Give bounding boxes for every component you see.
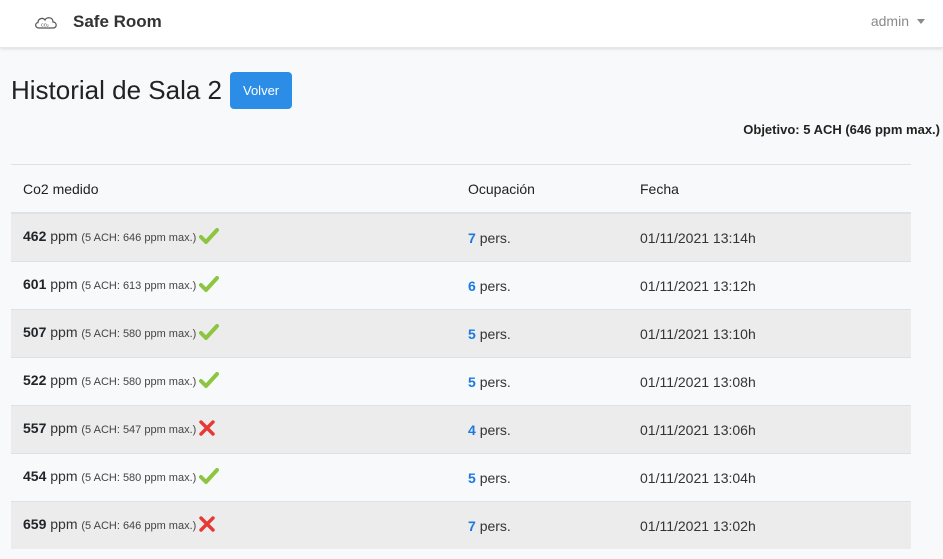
cell-occupancy: 4 pers. — [456, 405, 628, 454]
cell-co2: 557 ppm (5 ACH: 547 ppm max.) — [11, 405, 456, 454]
cell-date: 01/11/2021 13:10h — [628, 309, 911, 358]
cell-occupancy: 5 pers. — [456, 453, 628, 502]
chevron-down-icon — [917, 18, 925, 24]
co2-unit: ppm — [50, 420, 78, 437]
title-row: Historial de Sala 2 Volver — [11, 72, 293, 109]
back-button[interactable]: Volver — [230, 72, 293, 109]
co2-unit: ppm — [50, 324, 78, 341]
cell-occupancy: 7 pers. — [456, 212, 628, 262]
cell-date: 01/11/2021 13:04h — [628, 453, 911, 502]
co2-value: 454 — [23, 468, 47, 485]
occupancy-value[interactable]: 4 — [468, 422, 476, 438]
co2-value: 601 — [23, 276, 47, 293]
cell-date: 01/11/2021 13:12h — [628, 261, 911, 310]
cell-occupancy: 6 pers. — [456, 261, 628, 310]
table-header-row: Co2 medido Ocupación Fecha — [11, 164, 911, 214]
table-row: 462 ppm (5 ACH: 646 ppm max.) 7 pers. 01/1… — [11, 212, 911, 262]
brand-name: Safe Room — [73, 12, 162, 31]
co2-value: 462 — [23, 228, 47, 245]
occupancy-unit: pers. — [479, 325, 511, 342]
co2-limit: (5 ACH: 613 ppm max.) — [81, 280, 197, 293]
occupancy-value[interactable]: 5 — [468, 470, 476, 486]
navbar: co₂ Safe Room admin — [0, 0, 943, 48]
occupancy-unit: pers. — [479, 421, 511, 438]
cell-date: 01/11/2021 13:06h — [628, 405, 911, 454]
co2-limit: (5 ACH: 580 ppm max.) — [81, 328, 197, 341]
occupancy-unit: pers. — [479, 517, 511, 534]
co2-limit: (5 ACH: 547 ppm max.) — [81, 424, 197, 437]
co2-limit: (5 ACH: 646 ppm max.) — [81, 520, 197, 533]
occupancy-value[interactable]: 5 — [468, 374, 476, 390]
check-icon — [199, 372, 220, 391]
cross-icon — [199, 516, 216, 535]
occupancy-unit: pers. — [479, 469, 511, 486]
table-row: 659 ppm (5 ACH: 646 ppm max.) 7 pers. 01/1… — [11, 501, 911, 549]
header-co2: Co2 medido — [11, 164, 456, 214]
occupancy-unit: pers. — [479, 277, 511, 294]
table-row: 601 ppm (5 ACH: 613 ppm max.) 6 pers. 01/1… — [11, 261, 911, 310]
occupancy-value[interactable]: 7 — [468, 230, 476, 246]
co2-unit: ppm — [50, 468, 78, 485]
objective-text: Objetivo: 5 ACH (646 ppm max.) — [743, 122, 940, 137]
check-icon — [199, 276, 220, 295]
cell-co2: 462 ppm (5 ACH: 646 ppm max.) — [11, 212, 456, 262]
cell-co2: 522 ppm (5 ACH: 580 ppm max.) — [11, 357, 456, 406]
svg-text:co₂: co₂ — [41, 23, 49, 29]
table-row: 507 ppm (5 ACH: 580 ppm max.) 5 pers. 01/1… — [11, 309, 911, 358]
cloud-co2-icon: co₂ — [33, 12, 59, 32]
co2-value: 507 — [23, 324, 47, 341]
page-title: Historial de Sala 2 — [11, 75, 222, 105]
cell-occupancy: 5 pers. — [456, 309, 628, 358]
cell-co2: 601 ppm (5 ACH: 613 ppm max.) — [11, 261, 456, 310]
co2-unit: ppm — [50, 516, 78, 533]
co2-limit: (5 ACH: 646 ppm max.) — [81, 232, 197, 245]
cell-co2: 659 ppm (5 ACH: 646 ppm max.) — [11, 501, 456, 549]
occupancy-unit: pers. — [479, 373, 511, 390]
user-name: admin — [870, 13, 909, 29]
co2-unit: ppm — [50, 372, 78, 389]
cell-occupancy: 7 pers. — [456, 501, 628, 549]
check-icon — [199, 324, 220, 343]
co2-value: 659 — [23, 516, 47, 533]
check-icon — [199, 228, 220, 247]
occupancy-value[interactable]: 5 — [468, 326, 476, 342]
check-icon — [199, 468, 220, 487]
table-row: 454 ppm (5 ACH: 580 ppm max.) 5 pers. 01/1… — [11, 453, 911, 502]
history-table: Co2 medido Ocupación Fecha 462 ppm (5 AC… — [11, 164, 911, 549]
co2-limit: (5 ACH: 580 ppm max.) — [81, 472, 197, 485]
cell-co2: 507 ppm (5 ACH: 580 ppm max.) — [11, 309, 456, 358]
cell-date: 01/11/2021 13:02h — [628, 501, 911, 549]
cell-occupancy: 5 pers. — [456, 357, 628, 406]
co2-limit: (5 ACH: 580 ppm max.) — [81, 376, 197, 389]
occupancy-value[interactable]: 6 — [468, 278, 476, 294]
table-row: 557 ppm (5 ACH: 547 ppm max.) 4 pers. 01/1… — [11, 405, 911, 454]
brand[interactable]: co₂ Safe Room — [33, 9, 162, 35]
co2-unit: ppm — [50, 276, 78, 293]
occupancy-value[interactable]: 7 — [468, 518, 476, 534]
co2-value: 557 — [23, 420, 47, 437]
cross-icon — [199, 420, 216, 439]
co2-value: 522 — [23, 372, 47, 389]
co2-unit: ppm — [50, 228, 78, 245]
user-menu[interactable]: admin — [871, 13, 925, 29]
header-date: Fecha — [628, 164, 911, 214]
cell-date: 01/11/2021 13:14h — [628, 212, 911, 262]
cell-date: 01/11/2021 13:08h — [628, 357, 911, 406]
occupancy-unit: pers. — [479, 229, 511, 246]
cell-co2: 454 ppm (5 ACH: 580 ppm max.) — [11, 453, 456, 502]
header-occupancy: Ocupación — [456, 164, 628, 214]
table-row: 522 ppm (5 ACH: 580 ppm max.) 5 pers. 01/1… — [11, 357, 911, 406]
